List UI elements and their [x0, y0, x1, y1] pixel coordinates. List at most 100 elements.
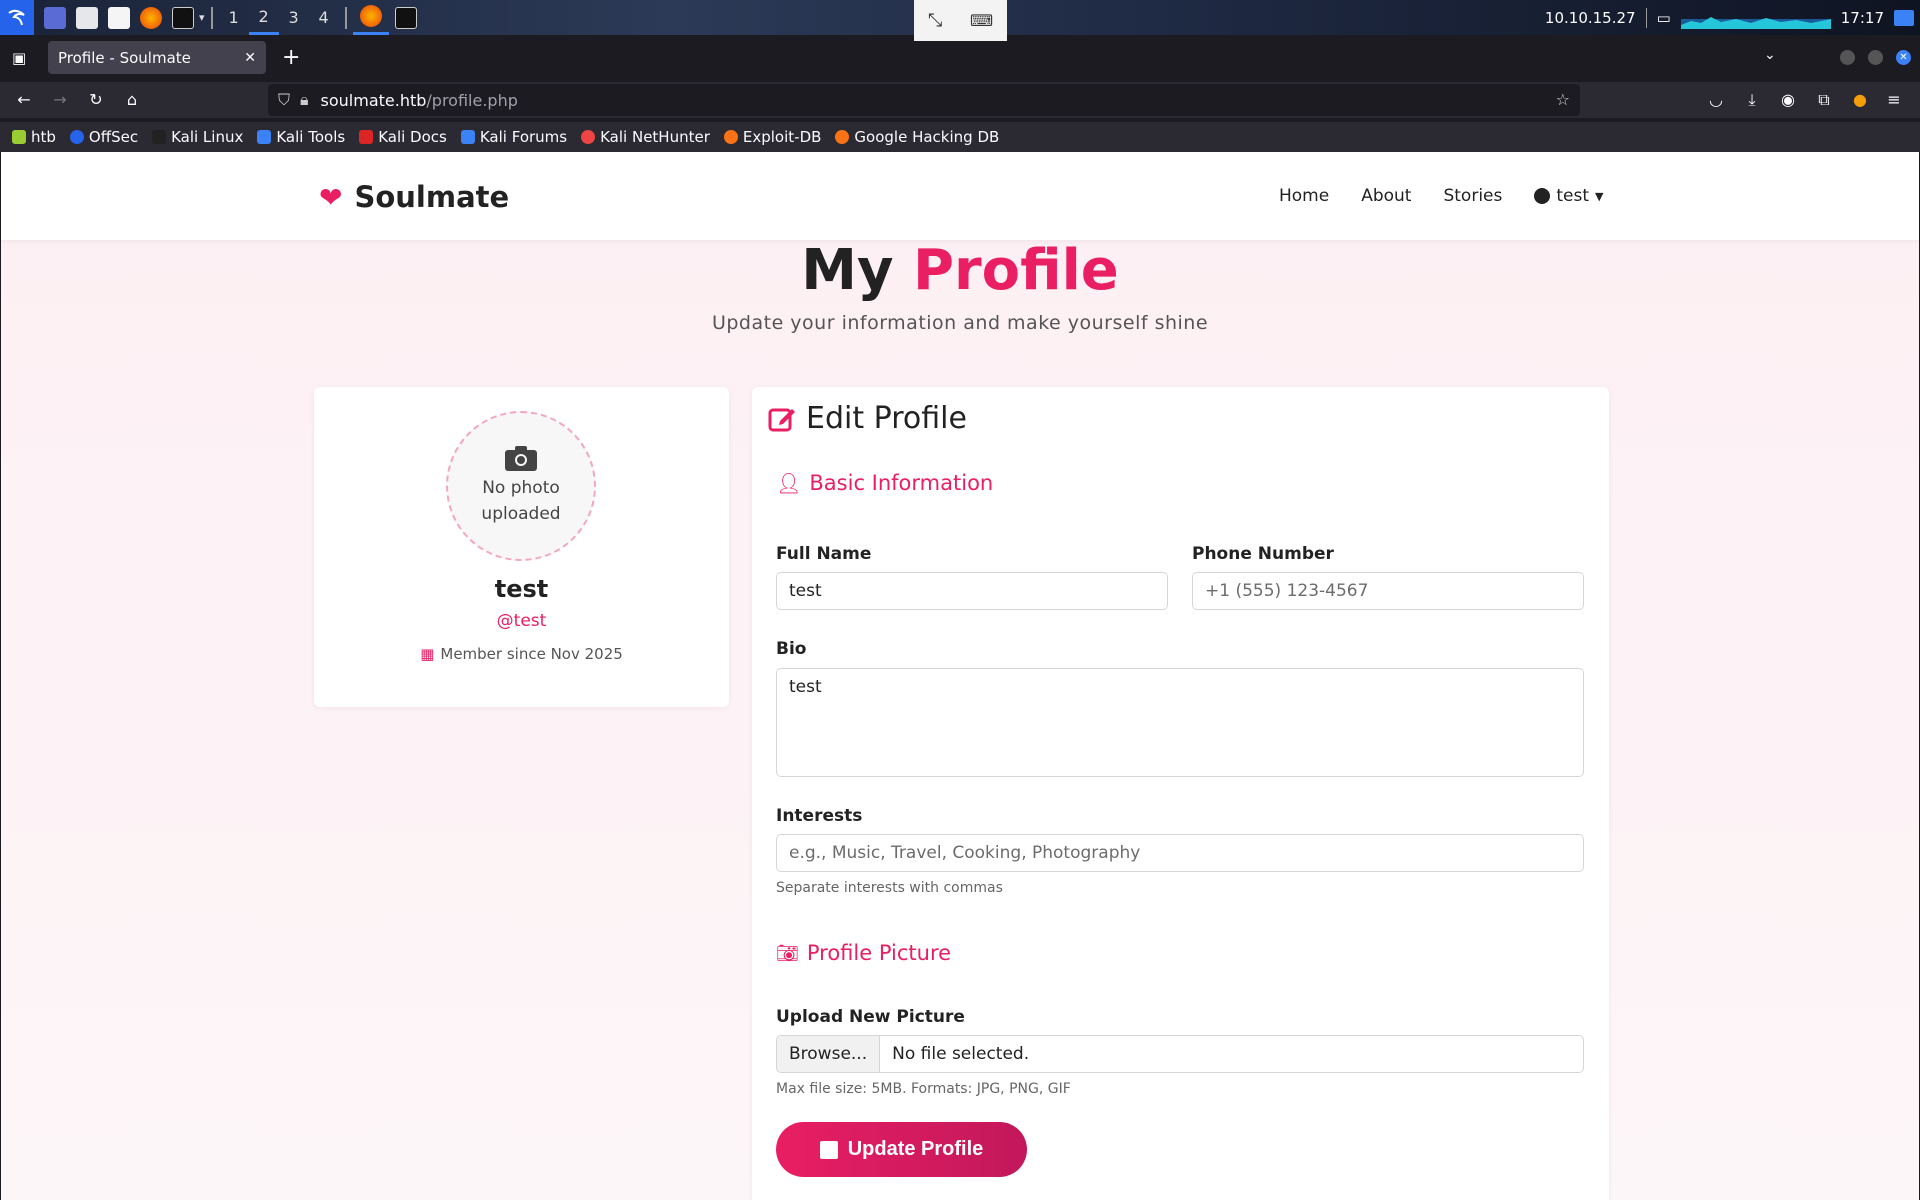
bio-textarea[interactable]: test	[776, 668, 1584, 777]
upload-label: Upload New Picture	[776, 1007, 965, 1027]
bookmark-label: Kali NetHunter	[600, 128, 710, 146]
htb-icon	[12, 130, 26, 144]
back-icon[interactable]: ←	[16, 92, 32, 108]
download-icon[interactable]: ⤓	[1744, 92, 1760, 108]
bio-label: Bio	[776, 639, 807, 659]
web-page: ❤ Soulmate Home About Stories test ▼ My …	[1, 152, 1919, 1200]
kali-docs-icon	[359, 130, 374, 144]
reload-icon[interactable]: ↻	[88, 92, 104, 108]
full-name-label: Full Name	[776, 544, 872, 564]
keyboard-icon[interactable]: ⌨	[970, 11, 993, 30]
firefox-window-button[interactable]	[352, 0, 389, 35]
clock: 17:17	[1840, 8, 1884, 27]
bookmark-google-hacking-db[interactable]: Google Hacking DB	[835, 128, 999, 146]
workspace-3[interactable]: 3	[279, 0, 309, 35]
no-photo-line1: No photo	[482, 478, 560, 498]
minimize-arrows-icon[interactable]: ⤡	[928, 10, 942, 31]
close-icon[interactable]: ✕	[244, 50, 256, 66]
firefox-icon[interactable]	[140, 6, 162, 29]
terminal-icon	[394, 6, 417, 29]
window-minimize-button[interactable]	[1840, 50, 1855, 65]
window-maximize-button[interactable]	[1868, 50, 1883, 65]
bookmark-exploit-db[interactable]: Exploit-DB	[723, 128, 821, 146]
terminal-window-button[interactable]	[389, 0, 423, 35]
brand-logo[interactable]: ❤ Soulmate	[319, 180, 509, 214]
new-tab-button[interactable]: +	[282, 45, 300, 70]
profile-summary-card: No photo uploaded test @test ▦ Member sin…	[314, 387, 729, 707]
bookmark-htb[interactable]: htb	[12, 128, 56, 146]
extension-fox-icon[interactable]: ●	[1852, 92, 1868, 108]
workspace-1[interactable]: 1	[219, 0, 249, 35]
bookmark-star-icon[interactable]: ☆	[1556, 90, 1570, 109]
avatar-placeholder: No photo uploaded	[446, 411, 596, 561]
nav-stories[interactable]: Stories	[1443, 186, 1502, 206]
forward-icon[interactable]: →	[52, 92, 68, 108]
file-manager-icon[interactable]	[76, 6, 98, 29]
pocket-icon[interactable]: ◡	[1708, 92, 1724, 108]
nav-home[interactable]: Home	[1279, 186, 1329, 206]
workspace-2[interactable]: 2	[248, 0, 279, 35]
basic-info-heading: 👤︎ Basic Information	[776, 471, 993, 495]
taskbar-tray: 10.10.15.27 ▭ 17:17	[1545, 0, 1920, 35]
full-name-input[interactable]: test	[776, 572, 1168, 610]
monitor-icon[interactable]: ▭	[1657, 9, 1671, 27]
user-icon: 👤︎	[776, 471, 802, 495]
nav-about[interactable]: About	[1361, 186, 1411, 206]
chevron-down-icon[interactable]: ⌄	[1764, 47, 1776, 63]
extensions-icon[interactable]: ⧉	[1816, 92, 1832, 108]
screen-controls: ⤡ ⌨	[914, 0, 1007, 41]
window-close-button[interactable]: ✕	[1896, 50, 1911, 65]
user-name: test	[1556, 186, 1590, 206]
profile-name: test	[494, 575, 549, 603]
hamburger-menu-icon[interactable]: ≡	[1886, 92, 1902, 108]
update-profile-button[interactable]: Update Profile	[776, 1122, 1027, 1177]
browse-button[interactable]: Browse...	[777, 1036, 881, 1072]
upload-help: Max file size: 5MB. Formats: JPG, PNG, G…	[776, 1081, 1071, 1097]
home-icon[interactable]: ⌂	[124, 92, 140, 108]
chevron-down-icon[interactable]: ▾	[199, 11, 205, 24]
bookmark-label: Kali Linux	[171, 128, 244, 146]
kali-menu-icon[interactable]	[0, 0, 34, 35]
bookmark-offsec[interactable]: OffSec	[69, 128, 139, 146]
site-nav: Home About Stories test ▼	[1279, 186, 1603, 206]
bookmark-label: Google Hacking DB	[854, 128, 1000, 146]
tab-overview-icon[interactable]: ▣	[12, 49, 26, 67]
bookmark-label: Kali Forums	[479, 128, 568, 146]
nethunter-icon	[581, 130, 596, 144]
bookmark-kali-forums[interactable]: Kali Forums	[460, 128, 568, 146]
bookmark-label: Kali Tools	[276, 128, 346, 146]
url-bar[interactable]: ⛉ 🔒︎ soulmate.htb/profile.php ☆	[268, 84, 1580, 116]
bookmarks-bar: htb OffSec Kali Linux Kali Tools Kali Do…	[0, 122, 1920, 152]
kali-tools-icon	[257, 130, 272, 144]
member-since: ▦ Member since Nov 2025	[314, 645, 729, 663]
bookmark-kali-linux[interactable]: Kali Linux	[152, 128, 243, 146]
interests-input[interactable]: e.g., Music, Travel, Cooking, Photograph…	[776, 834, 1584, 872]
browser-tab-strip: ▣ Profile - Soulmate ✕ + ⌄ ✕	[0, 41, 1920, 74]
bookmark-label: OffSec	[88, 128, 139, 146]
edit-profile-title: Edit Profile	[806, 401, 967, 436]
workspace-4[interactable]: 4	[309, 0, 339, 35]
camera-icon	[505, 446, 537, 471]
shield-icon[interactable]: ⛉	[278, 90, 290, 110]
terminal-icon[interactable]	[172, 6, 194, 29]
bookmark-kali-tools[interactable]: Kali Tools	[257, 128, 345, 146]
ip-address: 10.10.15.27	[1544, 8, 1636, 27]
file-input[interactable]: Browse... No file selected.	[776, 1035, 1584, 1073]
bookmark-kali-docs[interactable]: Kali Docs	[359, 128, 447, 146]
kali-icon	[152, 130, 167, 144]
user-dropdown[interactable]: test ▼	[1534, 186, 1603, 206]
network-graph-icon	[1680, 16, 1831, 29]
text-editor-icon[interactable]	[108, 6, 130, 29]
lock-icon[interactable]: 🔒︎	[300, 90, 309, 110]
desktop-icon[interactable]	[44, 6, 66, 29]
folder-icon[interactable]	[1894, 9, 1914, 26]
phone-input[interactable]: +1 (555) 123-4567	[1192, 572, 1584, 610]
ghdb-icon	[835, 130, 850, 144]
tab-profile[interactable]: Profile - Soulmate ✕	[48, 41, 266, 74]
file-status: No file selected.	[892, 1044, 1030, 1064]
bookmark-kali-nethunter[interactable]: Kali NetHunter	[581, 128, 710, 146]
bookmark-label: Kali Docs	[378, 128, 447, 146]
account-icon[interactable]: ◉	[1780, 92, 1796, 108]
camera-icon: 📷︎	[776, 942, 799, 964]
heart-icon: ❤	[319, 180, 343, 214]
